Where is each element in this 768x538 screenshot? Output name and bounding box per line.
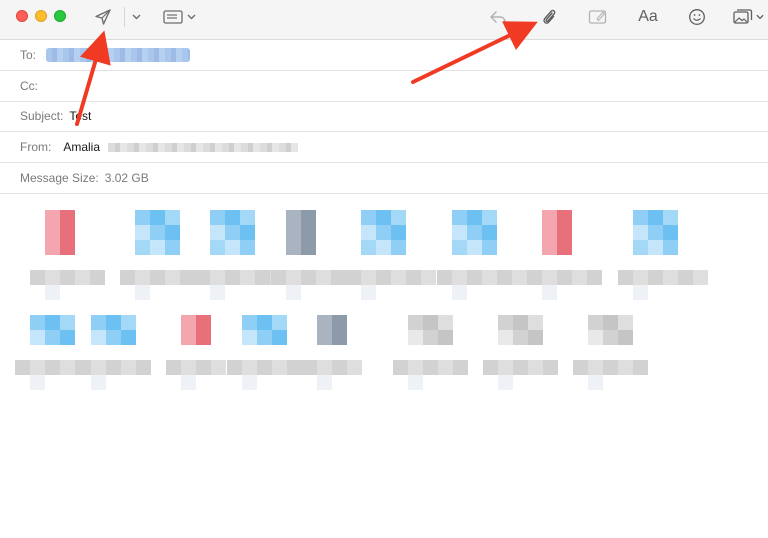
markup-icon [588,10,607,24]
reply-button[interactable] [487,6,509,28]
minimize-window-button[interactable] [35,10,47,22]
format-button[interactable]: Aa [636,6,660,28]
from-value[interactable]: Amalia [63,140,100,154]
cc-field[interactable]: Cc: [0,71,768,102]
from-label: From: [20,140,52,154]
message-size-value: 3.02 GB [104,171,149,185]
mail-compose-window: Aa To: Cc: Subject: Test From: Amalia Me… [0,0,768,538]
attach-file-button[interactable] [538,6,560,28]
to-field[interactable]: To: [0,40,768,71]
format-icon: Aa [638,8,658,25]
message-size-row: Message Size: 3.02 GB [0,163,768,194]
to-label: To: [20,48,37,62]
send-icon [95,9,111,25]
send-options-dropdown[interactable] [130,6,142,28]
chevron-down-icon [187,14,195,20]
toolbar: Aa [0,0,768,40]
from-field[interactable]: From: Amalia [0,132,768,163]
send-button[interactable] [92,6,114,28]
chevron-down-icon [755,14,764,20]
message-size-label: Message Size: [20,171,99,185]
photo-browser-icon [732,9,752,24]
chevron-down-icon [132,14,140,20]
subject-field[interactable]: Subject: Test [0,101,768,132]
from-email-redacted [108,142,299,152]
close-window-button[interactable] [16,10,28,22]
toolbar-separator [124,7,125,27]
header-fields-icon [162,10,183,24]
markup-button[interactable] [587,6,609,28]
cc-label: Cc: [20,79,38,93]
header-fields-button[interactable] [161,6,197,28]
subject-value[interactable]: Test [69,109,91,123]
emoji-button[interactable] [686,6,708,28]
attachments-area [0,192,768,432]
zoom-window-button[interactable] [54,10,66,22]
emoji-icon [689,9,705,25]
photo-browser-button[interactable] [731,6,765,28]
subject-label: Subject: [20,109,64,123]
paperclip-icon [543,9,556,24]
recipient-token-redacted[interactable] [46,48,191,62]
reply-icon [490,11,506,23]
